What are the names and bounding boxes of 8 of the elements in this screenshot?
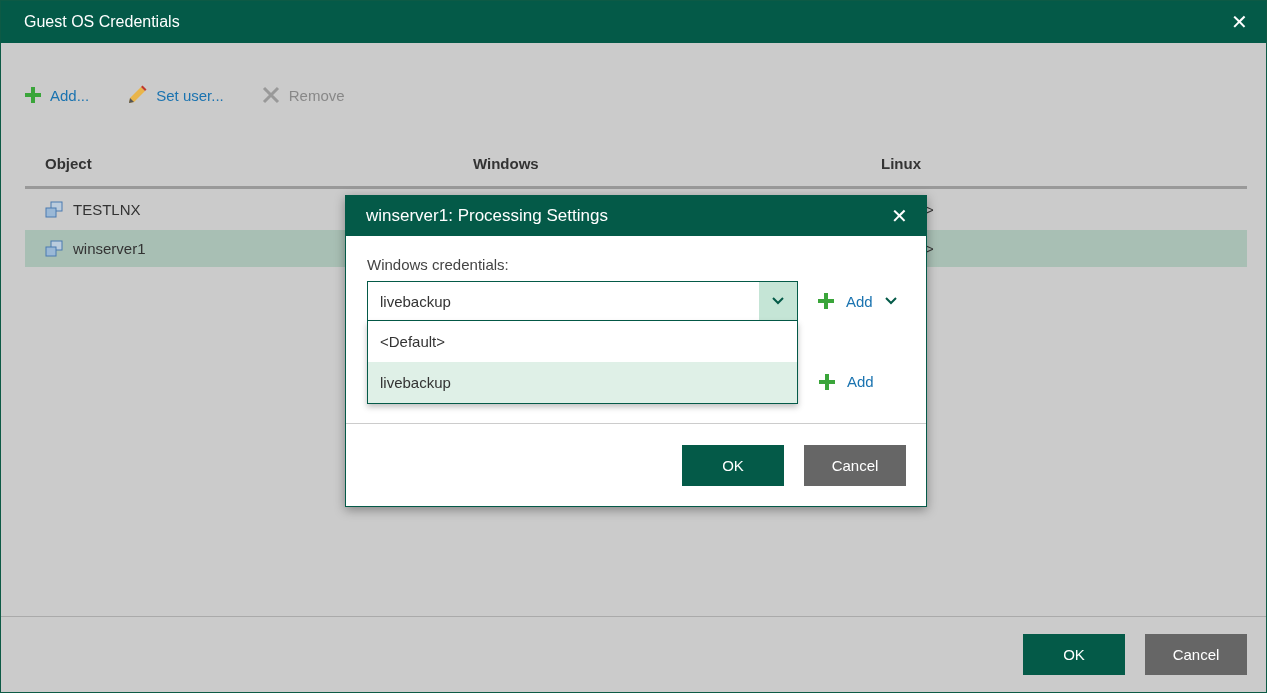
column-header: Object bbox=[45, 155, 93, 172]
window-title: Guest OS Credentials bbox=[24, 13, 180, 31]
table-cell: winserver1 bbox=[73, 240, 146, 257]
dialog-title: winserver1: Processing Settings bbox=[366, 206, 608, 226]
table-cell: TESTLNX bbox=[73, 201, 141, 218]
column-header: Windows bbox=[473, 155, 540, 172]
column-header: Linux bbox=[881, 155, 922, 172]
field-label: Windows credentials: bbox=[367, 256, 510, 273]
